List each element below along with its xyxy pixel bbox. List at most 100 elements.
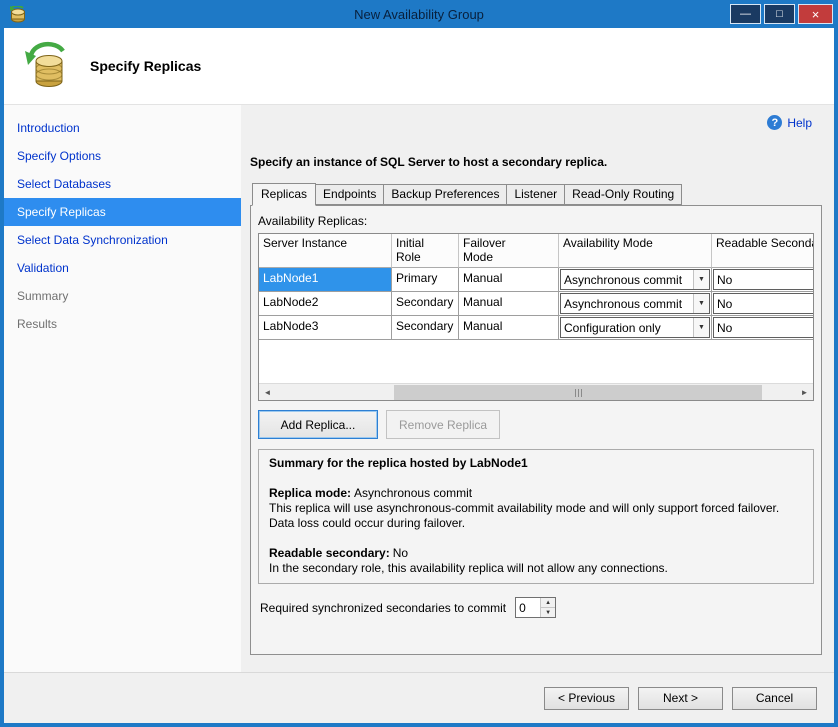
sidebar-item-results: Results [4, 310, 241, 338]
combo-value: No [714, 273, 814, 287]
summary-title: Summary for the replica hosted by LabNod… [269, 456, 803, 471]
next-button[interactable]: Next > [638, 687, 723, 710]
cell-failover-mode[interactable]: Manual [459, 316, 559, 340]
readable-secondary-label: Readable secondary: [269, 546, 390, 560]
instruction-text: Specify an instance of SQL Server to hos… [250, 105, 822, 169]
column-header-availability-mode: Availability Mode [559, 234, 712, 268]
replicas-grid-inner: Server Instance Initial Role Failover Mo… [259, 234, 814, 340]
cell-failover-mode[interactable]: Manual [459, 292, 559, 316]
replicas-tab-panel: Availability Replicas: Server Instance I… [250, 205, 822, 655]
availability-mode-select[interactable]: Asynchronous commit ▼ [560, 293, 710, 314]
column-header-server-instance: Server Instance [259, 234, 392, 268]
remove-replica-button: Remove Replica [386, 410, 500, 439]
replica-mode-line: Replica mode:Asynchronous commit [269, 486, 803, 501]
table-row-labnode3: LabNode3 Secondary Manual Configuration … [259, 316, 814, 340]
column-header-readable-secondary: Readable Secondary [712, 234, 814, 268]
sidebar-item-validation[interactable]: Validation [4, 254, 241, 282]
new-availability-group-window: New Availability Group — □ × Specify Rep… [0, 0, 838, 727]
replica-mode-label: Replica mode: [269, 486, 351, 500]
replicas-grid: Server Instance Initial Role Failover Mo… [258, 233, 814, 401]
thumb-grip [581, 389, 582, 397]
cell-server-instance[interactable]: LabNode1 [259, 268, 392, 292]
minimize-icon: — [740, 9, 751, 20]
cell-initial-role[interactable]: Primary [392, 268, 459, 292]
maximize-icon: □ [776, 9, 783, 20]
sidebar-item-specify-replicas[interactable]: Specify Replicas [4, 198, 241, 226]
help-icon: ? [767, 115, 782, 130]
grid-header-row: Server Instance Initial Role Failover Mo… [259, 234, 814, 268]
availability-mode-select[interactable]: Configuration only ▼ [560, 317, 710, 338]
cell-readable-secondary: No ▼ [712, 316, 814, 340]
required-secondaries-label: Required synchronized secondaries to com… [260, 601, 506, 615]
table-row-labnode1: LabNode1 Primary Manual Asynchronous com… [259, 268, 814, 292]
readable-secondary-select[interactable]: No ▼ [713, 293, 814, 314]
wizard-footer: < Previous Next > Cancel [4, 672, 834, 723]
replica-database-icon [23, 41, 71, 91]
replica-mode-value: Asynchronous commit [354, 486, 472, 500]
sidebar-item-select-data-synchronization[interactable]: Select Data Synchronization [4, 226, 241, 254]
horizontal-scrollbar[interactable]: ◄ ► [259, 383, 813, 400]
scrollbar-thumb[interactable] [394, 385, 762, 400]
tab-listener[interactable]: Listener [506, 184, 565, 205]
main-panel: ? Help Specify an instance of SQL Server… [241, 105, 834, 672]
availability-replicas-label: Availability Replicas: [258, 214, 814, 228]
cell-server-instance[interactable]: LabNode2 [259, 292, 392, 316]
thumb-grip [575, 389, 576, 397]
close-button[interactable]: × [798, 4, 833, 24]
required-secondaries-row: Required synchronized secondaries to com… [258, 597, 814, 618]
combo-value: No [714, 321, 814, 335]
scroll-left-button[interactable]: ◄ [259, 385, 276, 400]
sidebar-item-select-databases[interactable]: Select Databases [4, 170, 241, 198]
window-controls: — □ × [730, 4, 834, 24]
spinner-buttons: ▲ ▼ [540, 598, 555, 617]
tab-read-only-routing[interactable]: Read-Only Routing [564, 184, 682, 205]
combo-value: Asynchronous commit [561, 297, 693, 311]
tab-strip: Replicas Endpoints Backup Preferences Li… [250, 183, 822, 205]
availability-mode-select[interactable]: Asynchronous commit ▼ [560, 269, 710, 290]
maximize-button[interactable]: □ [764, 4, 795, 24]
sidebar-item-introduction[interactable]: Introduction [4, 114, 241, 142]
cell-readable-secondary: No ▼ [712, 268, 814, 292]
readable-secondary-line: Readable secondary:No [269, 546, 803, 561]
cell-availability-mode: Asynchronous commit ▼ [559, 292, 712, 316]
wizard-header: Specify Replicas [4, 28, 834, 105]
spin-down-icon: ▼ [545, 610, 551, 616]
scroll-right-icon: ► [801, 388, 809, 397]
combo-value: No [714, 297, 814, 311]
readable-secondary-select[interactable]: No ▼ [713, 317, 814, 338]
minimize-button[interactable]: — [730, 4, 761, 24]
spin-down-button[interactable]: ▼ [541, 608, 555, 617]
wizard-body: Introduction Specify Options Select Data… [4, 105, 834, 672]
required-secondaries-spinner: ▲ ▼ [515, 597, 556, 618]
readable-secondary-value: No [393, 546, 408, 560]
previous-button[interactable]: < Previous [544, 687, 629, 710]
sidebar-item-specify-options[interactable]: Specify Options [4, 142, 241, 170]
add-replica-button[interactable]: Add Replica... [258, 410, 378, 439]
readable-secondary-select[interactable]: No ▼ [713, 269, 814, 290]
cell-failover-mode[interactable]: Manual [459, 268, 559, 292]
tab-replicas[interactable]: Replicas [252, 183, 316, 206]
app-icon[interactable] [9, 6, 27, 23]
tab-endpoints[interactable]: Endpoints [315, 184, 384, 205]
column-header-initial-role: Initial Role [392, 234, 459, 268]
cell-initial-role[interactable]: Secondary [392, 292, 459, 316]
spin-up-button[interactable]: ▲ [541, 598, 555, 608]
cell-server-instance[interactable]: LabNode3 [259, 316, 392, 340]
wizard-steps-sidebar: Introduction Specify Options Select Data… [4, 105, 241, 672]
cancel-button[interactable]: Cancel [732, 687, 817, 710]
required-secondaries-input[interactable] [516, 598, 540, 617]
column-header-failover-mode: Failover Mode [459, 234, 559, 268]
close-icon: × [812, 8, 820, 21]
chevron-down-icon: ▼ [693, 270, 709, 289]
help-link[interactable]: ? Help [767, 115, 812, 130]
tab-backup-preferences[interactable]: Backup Preferences [383, 184, 507, 205]
scroll-right-button[interactable]: ► [796, 385, 813, 400]
readable-secondary-description: In the secondary role, this availability… [269, 561, 803, 576]
scroll-left-icon: ◄ [264, 388, 272, 397]
replica-mode-description: This replica will use asynchronous-commi… [269, 501, 803, 531]
combo-value: Asynchronous commit [561, 273, 693, 287]
cell-availability-mode: Asynchronous commit ▼ [559, 268, 712, 292]
cell-initial-role[interactable]: Secondary [392, 316, 459, 340]
sidebar-item-summary: Summary [4, 282, 241, 310]
client-area: Specify Replicas Introduction Specify Op… [4, 28, 834, 723]
